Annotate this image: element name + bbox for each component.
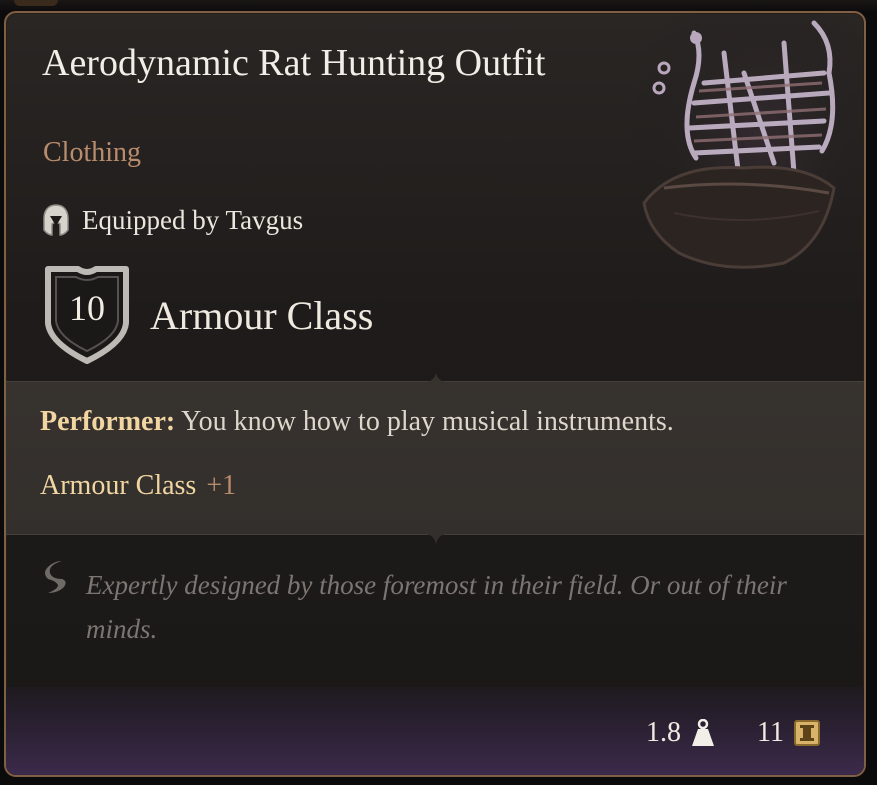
item-tooltip: Aerodynamic Rat Hunting Outfit Clothing …: [4, 11, 866, 777]
background-tab: [14, 0, 58, 6]
coin-icon: [794, 720, 820, 746]
passive-effect: Performer: You know how to play musical …: [40, 406, 674, 438]
helmet-icon: [42, 204, 70, 236]
quill-icon: [42, 559, 72, 599]
divider-notch-top: [426, 373, 446, 382]
flavor-text: Expertly designed by those foremost in t…: [86, 570, 787, 644]
value-amount: 11: [757, 717, 784, 748]
stat-bonus-label: Armour Class: [40, 470, 197, 501]
item-category: Clothing: [43, 137, 142, 168]
divider-notch-bottom: [426, 534, 446, 544]
equipped-by: Equipped by Tavgus: [42, 203, 303, 237]
armour-class-row: 10 Armour Class: [44, 265, 373, 365]
item-title: Aerodynamic Rat Hunting Outfit: [42, 42, 546, 84]
properties-section: Performer: You know how to play musical …: [6, 373, 864, 544]
weight-value: 1.8: [646, 717, 682, 748]
passive-keyword: Performer:: [40, 406, 176, 437]
shield-icon: 10: [44, 265, 130, 365]
tooltip-footer: 1.8 11: [6, 687, 864, 775]
armour-class-value: 10: [69, 288, 105, 328]
passive-description: You know how to play musical instruments…: [175, 406, 674, 437]
equipped-by-text: Equipped by Tavgus: [82, 204, 304, 235]
item-stats: 1.8 11: [646, 717, 820, 749]
item-image: [634, 13, 864, 283]
armour-class-label: Armour Class: [150, 292, 374, 338]
stat-bonus: Armour Class +1: [40, 470, 236, 502]
weight-icon: [691, 719, 715, 747]
stat-bonus-value: +1: [206, 470, 237, 501]
